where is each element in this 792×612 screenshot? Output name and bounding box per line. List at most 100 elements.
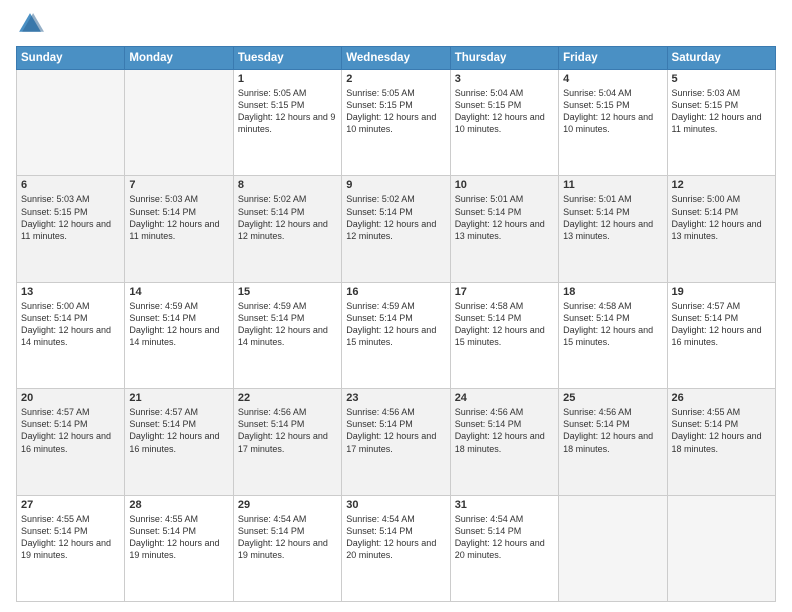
day-info: Sunrise: 4:54 AMSunset: 5:14 PMDaylight:… (455, 513, 554, 562)
day-info: Sunrise: 5:00 AMSunset: 5:14 PMDaylight:… (21, 300, 120, 349)
day-info: Sunrise: 5:01 AMSunset: 5:14 PMDaylight:… (455, 193, 554, 242)
calendar-cell: 18 Sunrise: 4:58 AMSunset: 5:14 PMDayligh… (559, 282, 667, 388)
day-number: 24 (455, 392, 554, 404)
col-wednesday: Wednesday (342, 47, 450, 70)
logo-icon (16, 10, 44, 38)
day-info: Sunrise: 5:01 AMSunset: 5:14 PMDaylight:… (563, 193, 662, 242)
calendar-week-row: 13 Sunrise: 5:00 AMSunset: 5:14 PMDayligh… (17, 282, 776, 388)
day-number: 27 (21, 499, 120, 511)
day-info: Sunrise: 5:05 AMSunset: 5:15 PMDaylight:… (346, 87, 445, 136)
col-tuesday: Tuesday (233, 47, 341, 70)
day-info: Sunrise: 4:59 AMSunset: 5:14 PMDaylight:… (129, 300, 228, 349)
calendar-cell: 21 Sunrise: 4:57 AMSunset: 5:14 PMDayligh… (125, 389, 233, 495)
day-number: 13 (21, 286, 120, 298)
calendar-cell: 25 Sunrise: 4:56 AMSunset: 5:14 PMDayligh… (559, 389, 667, 495)
page: Sunday Monday Tuesday Wednesday Thursday… (0, 0, 792, 612)
day-number: 29 (238, 499, 337, 511)
calendar-cell: 31 Sunrise: 4:54 AMSunset: 5:14 PMDayligh… (450, 495, 558, 601)
calendar-cell: 7Sunrise: 5:03 AMSunset: 5:14 PMDaylight… (125, 176, 233, 282)
calendar-cell: 11 Sunrise: 5:01 AMSunset: 5:14 PMDayligh… (559, 176, 667, 282)
day-info: Sunrise: 5:04 AMSunset: 5:15 PMDaylight:… (563, 87, 662, 136)
calendar-cell: 12 Sunrise: 5:00 AMSunset: 5:14 PMDayligh… (667, 176, 775, 282)
calendar-cell: 13 Sunrise: 5:00 AMSunset: 5:14 PMDayligh… (17, 282, 125, 388)
day-number: 17 (455, 286, 554, 298)
day-number: 11 (563, 179, 662, 191)
calendar-cell: 20Sunrise: 4:57 AMSunset: 5:14 PMDayligh… (17, 389, 125, 495)
day-number: 22 (238, 392, 337, 404)
calendar-cell: 30 Sunrise: 4:54 AMSunset: 5:14 PMDayligh… (342, 495, 450, 601)
day-number: 2 (346, 73, 445, 85)
day-info: Sunrise: 4:56 AMSunset: 5:14 PMDaylight:… (346, 406, 445, 455)
day-info: Sunrise: 5:03 AMSunset: 5:15 PMDaylight:… (21, 193, 120, 242)
day-number: 1 (238, 73, 337, 85)
day-info: Sunrise: 4:59 AMSunset: 5:14 PMDaylight:… (238, 300, 337, 349)
logo (16, 10, 48, 38)
calendar-cell: 3 Sunrise: 5:04 AMSunset: 5:15 PMDaylight… (450, 70, 558, 176)
day-info: Sunrise: 5:00 AMSunset: 5:14 PMDaylight:… (672, 193, 771, 242)
calendar-cell: 23 Sunrise: 4:56 AMSunset: 5:14 PMDayligh… (342, 389, 450, 495)
day-number: 6 (21, 179, 120, 191)
day-number: 23 (346, 392, 445, 404)
day-number: 31 (455, 499, 554, 511)
day-number: 28 (129, 499, 228, 511)
day-number: 9 (346, 179, 445, 191)
calendar-cell: 28Sunrise: 4:55 AMSunset: 5:14 PMDayligh… (125, 495, 233, 601)
day-number: 14 (129, 286, 228, 298)
day-info: Sunrise: 4:58 AMSunset: 5:14 PMDaylight:… (563, 300, 662, 349)
calendar-cell: 8 Sunrise: 5:02 AMSunset: 5:14 PMDaylight… (233, 176, 341, 282)
calendar-cell: 6 Sunrise: 5:03 AMSunset: 5:15 PMDaylight… (17, 176, 125, 282)
calendar-header-row: Sunday Monday Tuesday Wednesday Thursday… (17, 47, 776, 70)
day-number: 21 (129, 392, 228, 404)
calendar-cell: 22 Sunrise: 4:56 AMSunset: 5:14 PMDayligh… (233, 389, 341, 495)
day-info: Sunrise: 5:02 AMSunset: 5:14 PMDaylight:… (238, 193, 337, 242)
calendar-cell: 9 Sunrise: 5:02 AMSunset: 5:14 PMDaylight… (342, 176, 450, 282)
calendar-cell: 24 Sunrise: 4:56 AMSunset: 5:14 PMDayligh… (450, 389, 558, 495)
day-number: 30 (346, 499, 445, 511)
day-info: Sunrise: 4:56 AMSunset: 5:14 PMDaylight:… (455, 406, 554, 455)
day-info: Sunrise: 5:05 AMSunset: 5:15 PMDaylight:… (238, 87, 337, 136)
calendar-cell (559, 495, 667, 601)
calendar-week-row: 27 Sunrise: 4:55 AMSunset: 5:14 PMDayligh… (17, 495, 776, 601)
col-saturday: Saturday (667, 47, 775, 70)
day-info: Sunrise: 5:02 AMSunset: 5:14 PMDaylight:… (346, 193, 445, 242)
header (16, 10, 776, 38)
day-number: 19 (672, 286, 771, 298)
day-info: Sunrise: 4:57 AMSunset: 5:14 PMDaylight:… (129, 406, 228, 455)
day-number: 10 (455, 179, 554, 191)
calendar-cell: 1 Sunrise: 5:05 AMSunset: 5:15 PMDaylight… (233, 70, 341, 176)
day-info: Sunrise: 4:56 AMSunset: 5:14 PMDaylight:… (238, 406, 337, 455)
day-info: Sunrise: 5:03 AMSunset: 5:15 PMDaylight:… (672, 87, 771, 136)
day-number: 15 (238, 286, 337, 298)
calendar-cell: 27 Sunrise: 4:55 AMSunset: 5:14 PMDayligh… (17, 495, 125, 601)
calendar-cell: 15 Sunrise: 4:59 AMSunset: 5:14 PMDayligh… (233, 282, 341, 388)
calendar-cell: 10 Sunrise: 5:01 AMSunset: 5:14 PMDayligh… (450, 176, 558, 282)
day-info: Sunrise: 4:55 AMSunset: 5:14 PMDaylight:… (21, 513, 120, 562)
day-number: 3 (455, 73, 554, 85)
col-friday: Friday (559, 47, 667, 70)
calendar-cell: 14 Sunrise: 4:59 AMSunset: 5:14 PMDayligh… (125, 282, 233, 388)
calendar-cell: 2 Sunrise: 5:05 AMSunset: 5:15 PMDaylight… (342, 70, 450, 176)
calendar-cell: 4Sunrise: 5:04 AMSunset: 5:15 PMDaylight… (559, 70, 667, 176)
calendar-week-row: 6 Sunrise: 5:03 AMSunset: 5:15 PMDaylight… (17, 176, 776, 282)
day-info: Sunrise: 5:04 AMSunset: 5:15 PMDaylight:… (455, 87, 554, 136)
day-number: 25 (563, 392, 662, 404)
col-monday: Monday (125, 47, 233, 70)
day-info: Sunrise: 4:55 AMSunset: 5:14 PMDaylight:… (672, 406, 771, 455)
day-number: 20 (21, 392, 120, 404)
day-number: 26 (672, 392, 771, 404)
day-info: Sunrise: 4:59 AMSunset: 5:14 PMDaylight:… (346, 300, 445, 349)
day-number: 7 (129, 179, 228, 191)
day-info: Sunrise: 4:58 AMSunset: 5:14 PMDaylight:… (455, 300, 554, 349)
day-number: 8 (238, 179, 337, 191)
calendar-cell: 29 Sunrise: 4:54 AMSunset: 5:14 PMDayligh… (233, 495, 341, 601)
day-info: Sunrise: 4:56 AMSunset: 5:14 PMDaylight:… (563, 406, 662, 455)
calendar-cell: 19Sunrise: 4:57 AMSunset: 5:14 PMDayligh… (667, 282, 775, 388)
day-number: 12 (672, 179, 771, 191)
day-info: Sunrise: 4:54 AMSunset: 5:14 PMDaylight:… (346, 513, 445, 562)
day-number: 18 (563, 286, 662, 298)
day-info: Sunrise: 4:54 AMSunset: 5:14 PMDaylight:… (238, 513, 337, 562)
col-thursday: Thursday (450, 47, 558, 70)
calendar-cell (17, 70, 125, 176)
calendar-cell: 5Sunrise: 5:03 AMSunset: 5:15 PMDaylight… (667, 70, 775, 176)
calendar-cell (125, 70, 233, 176)
